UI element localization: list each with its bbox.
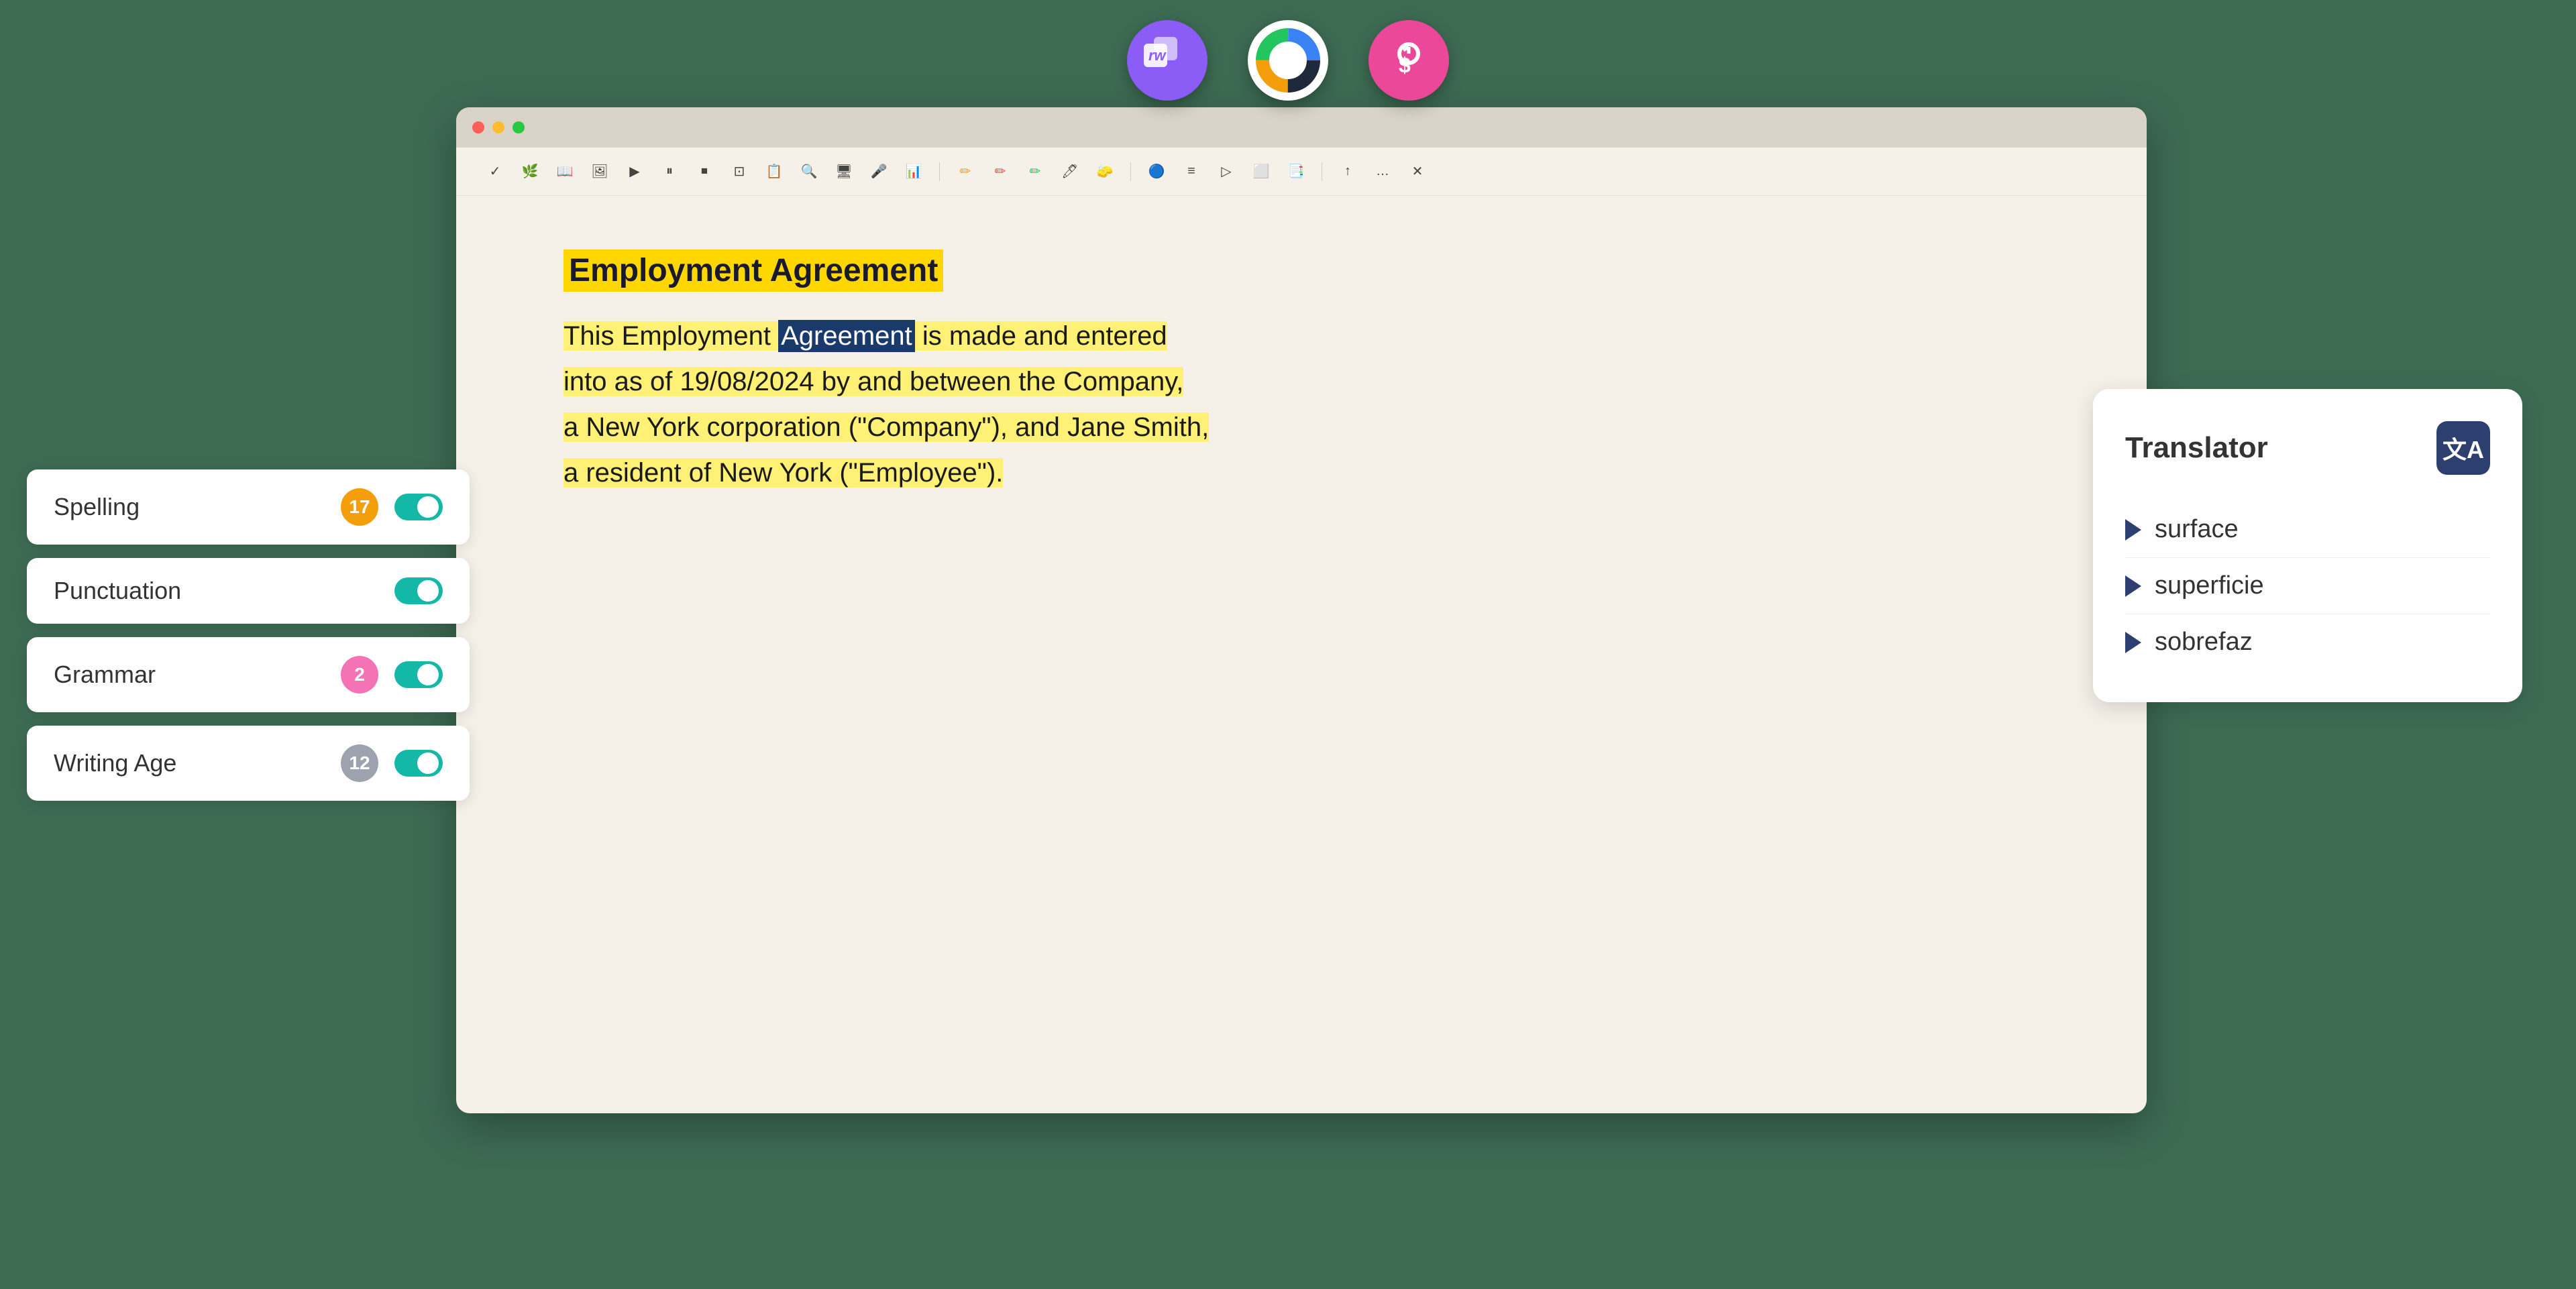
check-item-grammar: Grammar 2 — [27, 637, 470, 712]
fullscreen-button[interactable] — [513, 121, 525, 133]
doc-icon[interactable]: 📑 — [1284, 160, 1308, 184]
translator-word-2: sobrefaz — [2155, 628, 2253, 657]
table-icon[interactable]: ⬜ — [1249, 160, 1273, 184]
grammar-label: Grammar — [54, 661, 341, 689]
pen-yellow-icon[interactable]: ✏ — [953, 160, 977, 184]
svg-text:rw: rw — [1148, 47, 1167, 64]
mic-icon[interactable]: 🎤 — [867, 160, 891, 184]
app-icons-bar: rw $ — [1127, 20, 1449, 101]
up-icon[interactable]: ↑ — [1336, 160, 1360, 184]
check-item-spelling: Spelling 17 — [27, 469, 470, 545]
rw-app-icon[interactable]: rw — [1127, 20, 1208, 101]
crop-icon[interactable]: ⊡ — [727, 160, 751, 184]
punctuation-toggle[interactable] — [394, 577, 443, 604]
list-icon[interactable]: ≡ — [1179, 160, 1203, 184]
search-icon[interactable]: 🔍 — [797, 160, 821, 184]
translator-header: Translator 文A — [2125, 421, 2490, 475]
window-titlebar — [456, 107, 2147, 148]
spelling-badge: 17 — [341, 488, 378, 526]
minimize-button[interactable] — [492, 121, 504, 133]
grammar-badge: 2 — [341, 656, 378, 693]
play-surface-icon[interactable] — [2125, 519, 2141, 541]
translator-word-1: superficie — [2155, 571, 2264, 600]
para-text-5: a resident of New York ("Employee"). — [564, 458, 1003, 488]
punctuation-label: Punctuation — [54, 577, 394, 605]
copy-icon[interactable]: 📋 — [762, 160, 786, 184]
writing-age-toggle[interactable] — [394, 750, 443, 777]
writing-age-badge: 12 — [341, 744, 378, 782]
eraser-icon[interactable]: 🧽 — [1093, 160, 1117, 184]
para-text-1: This Employment — [564, 321, 778, 351]
grammar-toggle[interactable] — [394, 661, 443, 688]
close-doc-icon[interactable]: ✕ — [1405, 160, 1430, 184]
highlight-icon[interactable]: 🖊 — [1058, 160, 1082, 184]
pen-green-icon[interactable]: ✏ — [1023, 160, 1047, 184]
toolbar-sep-2 — [1130, 162, 1131, 181]
chart-icon[interactable]: 📊 — [902, 160, 926, 184]
document-title: Employment Agreement — [564, 249, 2039, 313]
translator-title: Translator — [2125, 431, 2436, 465]
translator-panel: Translator 文A surface superficie sobrefa… — [2093, 389, 2522, 702]
pause-icon[interactable]: ⏸ — [657, 160, 682, 184]
circle-icon[interactable]: 🔵 — [1144, 160, 1169, 184]
document-content: Employment Agreement This Employment Agr… — [456, 196, 2147, 549]
translator-icon: 文A — [2436, 421, 2490, 475]
para-text-3: into as of 19/08/2024 by and between the… — [564, 367, 1183, 396]
play-superficie-icon[interactable] — [2125, 575, 2141, 597]
leaf-icon[interactable]: 🌿 — [518, 160, 542, 184]
para-text-2: is made and entered — [915, 321, 1167, 351]
toolbar-sep-1 — [939, 162, 940, 181]
colorful-app-icon[interactable] — [1248, 20, 1328, 101]
writing-age-label: Writing Age — [54, 749, 341, 777]
translator-word-0: surface — [2155, 515, 2239, 544]
check-icon[interactable]: ✓ — [483, 160, 507, 184]
document-paragraph: This Employment Agreement is made and en… — [564, 313, 2039, 496]
play-icon[interactable]: ▶ — [623, 160, 647, 184]
pen-red-icon[interactable]: ✏ — [988, 160, 1012, 184]
translator-item-1[interactable]: superficie — [2125, 558, 2490, 614]
play-sobrefaz-icon[interactable] — [2125, 632, 2141, 653]
check-item-punctuation: Punctuation — [27, 558, 470, 624]
close-button[interactable] — [472, 121, 484, 133]
stop-icon[interactable]: ⏹ — [692, 160, 716, 184]
spelling-toggle[interactable] — [394, 494, 443, 520]
toolbar: ✓ 🌿 📖 🖼 ▶ ⏸ ⏹ ⊡ 📋 🔍 🖥 🎤 📊 ✏ ✏ ✏ 🖊 🧽 🔵 ≡ … — [456, 148, 2147, 196]
check-item-writing-age: Writing Age 12 — [27, 726, 470, 801]
svg-text:$: $ — [1399, 53, 1411, 77]
book-icon[interactable]: 📖 — [553, 160, 577, 184]
para-text-4: a New York corporation ("Company"), and … — [564, 412, 1209, 442]
indent-icon[interactable]: ▷ — [1214, 160, 1238, 184]
s-app-icon[interactable]: $ — [1368, 20, 1449, 101]
translator-item-0[interactable]: surface — [2125, 502, 2490, 558]
checks-panel: Spelling 17 Punctuation Grammar 2 Writin… — [27, 469, 470, 801]
more-icon[interactable]: … — [1371, 160, 1395, 184]
main-window: ✓ 🌿 📖 🖼 ▶ ⏸ ⏹ ⊡ 📋 🔍 🖥 🎤 📊 ✏ ✏ ✏ 🖊 🧽 🔵 ≡ … — [456, 107, 2147, 1113]
para-agreement-word: Agreement — [778, 320, 915, 352]
spelling-label: Spelling — [54, 493, 341, 521]
monitor-icon[interactable]: 🖥 — [832, 160, 856, 184]
translator-item-2[interactable]: sobrefaz — [2125, 614, 2490, 670]
image-icon[interactable]: 🖼 — [588, 160, 612, 184]
translator-icon-symbol: 文A — [2443, 431, 2484, 465]
